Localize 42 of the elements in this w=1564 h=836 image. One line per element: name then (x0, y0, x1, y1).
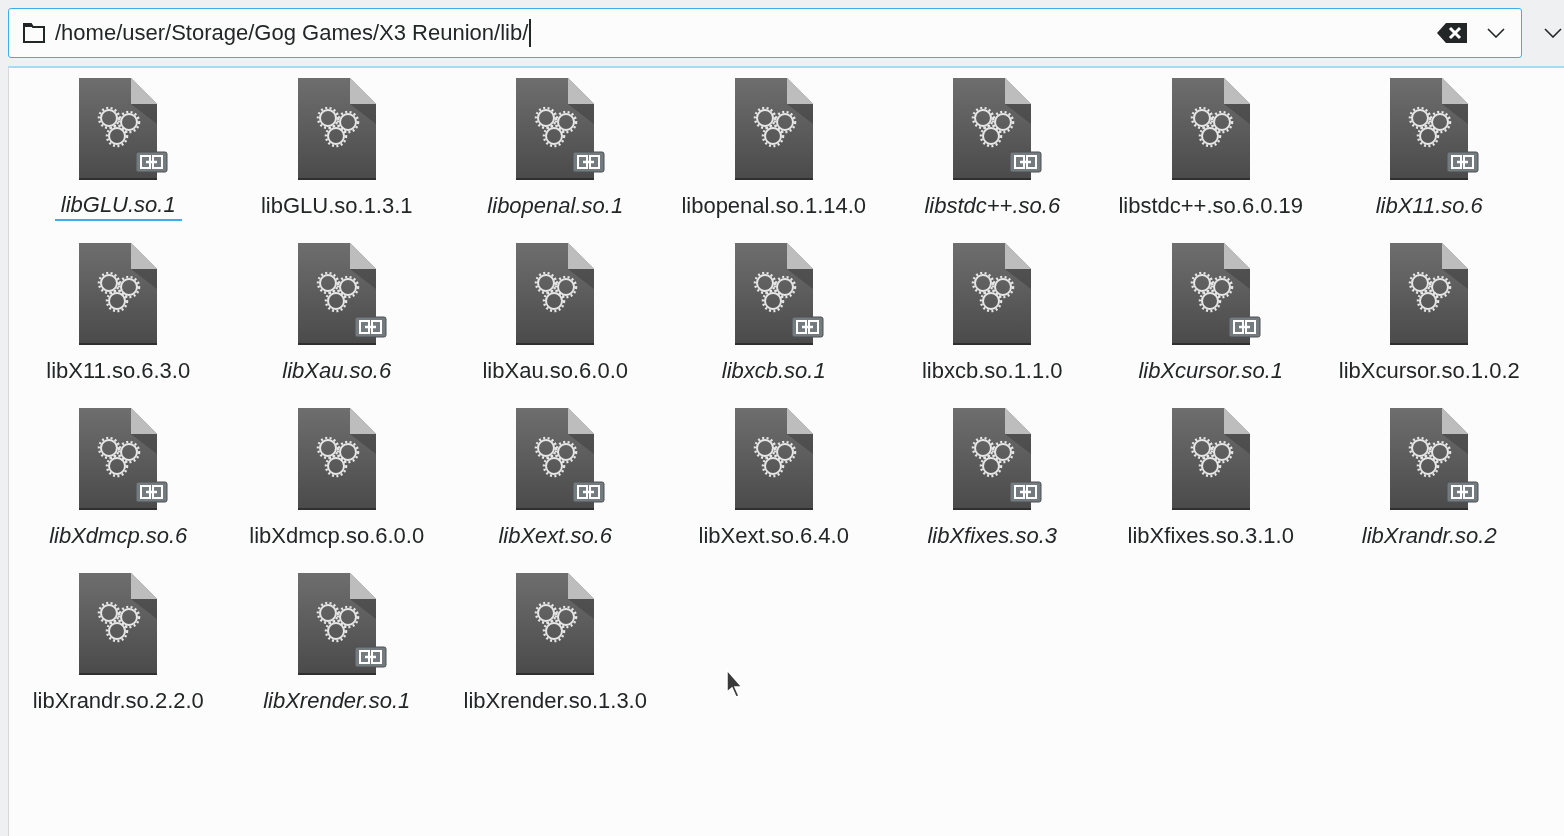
file-name[interactable]: libXext.so.6 (498, 520, 613, 551)
file-name[interactable]: libXrandr.so.2.2.0 (32, 685, 204, 716)
linked-library-file-icon[interactable] (297, 243, 388, 347)
file-name[interactable]: libX11.so.6 (1375, 190, 1483, 221)
file-name[interactable]: libXrender.so.1 (263, 685, 411, 716)
file-name[interactable]: libXcursor.so.1.0.2 (1338, 355, 1520, 386)
file-name[interactable]: libX11.so.6.3.0 (46, 355, 191, 386)
file-name[interactable]: libopenal.so.1.14.0 (681, 190, 867, 221)
file-name[interactable]: libXfixes.so.3 (927, 520, 1058, 551)
linked-library-file-icon[interactable] (1171, 243, 1262, 347)
chevron-down-icon[interactable] (1487, 28, 1505, 38)
chevron-down-icon[interactable] (1544, 28, 1562, 38)
file-name[interactable]: libXdmcp.so.6.0.0 (249, 520, 425, 551)
linked-library-file-icon[interactable] (516, 408, 607, 512)
linked-library-file-icon[interactable] (1390, 408, 1481, 512)
clear-icon[interactable] (1437, 22, 1467, 44)
linked-library-file-icon[interactable] (79, 408, 170, 512)
linked-library-file-icon[interactable] (297, 573, 388, 677)
file-name[interactable]: libstdc++.so.6.0.19 (1118, 190, 1304, 221)
file-name[interactable]: libXau.so.6 (282, 355, 392, 386)
file-name[interactable]: libXdmcp.so.6 (49, 520, 188, 551)
file-name[interactable]: libxcb.so.1 (721, 355, 826, 386)
file-name[interactable]: libXrandr.so.2 (1361, 520, 1497, 551)
file-name[interactable]: libGLU.so.1.3.1 (260, 190, 413, 221)
linked-library-file-icon[interactable] (953, 408, 1044, 512)
file-name[interactable]: libXau.so.6.0.0 (482, 355, 628, 386)
file-name[interactable]: libXcursor.so.1 (1138, 355, 1284, 386)
file-name[interactable]: libstdc++.so.6 (924, 190, 1061, 221)
file-name[interactable]: libXrender.so.1.3.0 (463, 685, 647, 716)
path-text: /home/user/Storage/Gog Games/X3 Reunion/lib/ (55, 20, 529, 46)
file-name[interactable]: libXfixes.so.3.1.0 (1127, 520, 1294, 551)
linked-library-file-icon[interactable] (79, 78, 170, 182)
folder-icon (23, 23, 45, 43)
file-name[interactable]: libopenal.so.1 (487, 190, 624, 221)
location-field[interactable]: /home/user/Storage/Gog Games/X3 Reunion/lib/ (8, 8, 1522, 58)
file-name[interactable]: libGLU.so.1 (54, 190, 182, 221)
linked-library-file-icon[interactable] (1390, 78, 1481, 182)
file-name[interactable]: libXext.so.6.4.0 (698, 520, 849, 551)
linked-library-file-icon[interactable] (516, 78, 607, 182)
linked-library-file-icon[interactable] (734, 243, 825, 347)
linked-library-file-icon[interactable] (953, 78, 1044, 182)
file-name[interactable]: libxcb.so.1.1.0 (921, 355, 1063, 386)
